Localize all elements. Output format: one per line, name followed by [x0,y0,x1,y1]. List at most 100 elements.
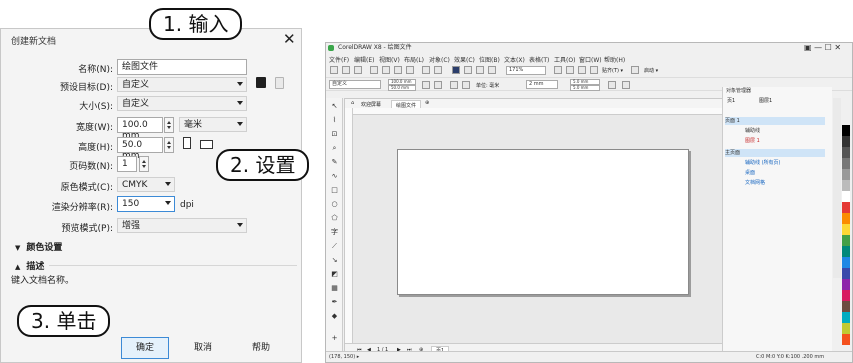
window-controls[interactable]: ▣ — ☐ ✕ [804,43,841,52]
guidelines-icon[interactable] [590,66,598,74]
connector-tool-icon[interactable]: ↘ [330,256,339,264]
color-swatch[interactable] [842,312,850,323]
add-frame-icon[interactable] [622,81,630,89]
transparency-icon[interactable]: ▦ [330,284,339,292]
tree-row-grid[interactable]: 文档网格 [745,179,765,187]
menu-item[interactable]: 文本(X) [504,55,525,64]
preview-select[interactable]: 增强 [117,218,247,233]
close-icon[interactable]: ✕ [283,30,296,48]
width-stepper[interactable] [164,117,174,133]
color-swatch[interactable] [842,334,850,345]
page-height-input[interactable]: 50.0 mm [388,85,416,91]
color-swatch[interactable] [842,169,850,180]
menu-item[interactable]: 文件(F) [329,55,349,64]
color-swatch[interactable] [842,213,850,224]
print-icon[interactable] [370,66,378,74]
menu-item[interactable]: 工具(O) [554,55,575,64]
ok-button[interactable]: 确定 [121,337,169,359]
save-preset-icon[interactable] [256,77,266,88]
tree-row-guides[interactable]: 辅助线 [745,127,760,135]
zoom-select[interactable]: 171% [506,66,546,75]
delete-preset-icon[interactable] [275,77,284,89]
all-pages-icon[interactable] [450,81,458,89]
menu-item[interactable]: 布局(L) [404,55,424,64]
color-swatch[interactable] [842,290,850,301]
new-icon[interactable] [330,66,338,74]
pages-stepper[interactable] [139,156,149,172]
nudge-input[interactable]: 2 mm [526,80,558,89]
unit-select[interactable]: 毫米 [179,117,247,132]
color-swatch[interactable] [842,224,850,235]
artistic-media-icon[interactable]: ∿ [330,172,339,180]
portrait-icon[interactable] [183,137,191,149]
text-tool-icon[interactable]: 字 [330,228,339,236]
rectangle-tool-icon[interactable]: □ [330,186,339,194]
color-swatch[interactable] [842,136,850,147]
copy-icon[interactable] [394,66,402,74]
current-page-icon[interactable] [462,81,470,89]
menu-item[interactable]: 编辑(E) [354,55,374,64]
cancel-button[interactable]: 取消 [179,337,227,359]
color-swatch[interactable] [842,202,850,213]
vertical-ruler[interactable] [345,108,353,343]
color-swatch[interactable] [842,279,850,290]
search-content-icon[interactable] [452,66,460,74]
color-swatch[interactable] [842,147,850,158]
help-button[interactable]: 帮助 [237,337,285,359]
pages-input[interactable]: 1 [117,156,137,172]
name-input[interactable]: 绘图文件 [117,59,247,75]
menu-item[interactable]: 帮助(H) [604,55,625,64]
color-swatch[interactable] [842,125,850,136]
menu-item[interactable]: 位图(B) [479,55,500,64]
drawing-page[interactable] [397,149,689,295]
page-preset-select[interactable]: 自定义 [329,80,381,89]
tree-row-page1[interactable]: 页面 1 [725,117,825,125]
tree-row-master[interactable]: 主页面 [725,149,825,157]
size-select[interactable]: 自定义 [117,96,247,111]
color-swatch[interactable] [842,268,850,279]
horizontal-ruler[interactable] [353,108,731,115]
freehand-tool-icon[interactable]: ✎ [330,158,339,166]
shape-tool-icon[interactable]: ⌇ [330,116,339,124]
home-icon[interactable]: ⌂ [351,100,354,106]
docker-side-tabs[interactable] [833,98,841,278]
tab-welcome[interactable]: 欢迎屏幕 [361,101,381,108]
menu-item[interactable]: 视图(V) [379,55,400,64]
redo-icon[interactable] [434,66,442,74]
description-section[interactable]: ▲ 描述 [15,259,44,272]
import-icon[interactable] [464,66,472,74]
launch-menu[interactable]: 启动 ▾ [644,67,658,74]
tree-row-master-guides[interactable]: 辅助线 (所有页) [745,159,781,167]
parallel-dimension-icon[interactable]: ⟋ [330,242,339,250]
undo-icon[interactable] [422,66,430,74]
menu-item[interactable]: 窗口(W) [579,55,602,64]
cut-icon[interactable] [382,66,390,74]
width-input[interactable]: 100.0 mm [117,117,163,141]
drop-shadow-icon[interactable]: ◩ [330,270,339,278]
units-select[interactable]: 单位: 毫米 [476,82,499,89]
height-input[interactable]: 50.0 mm [117,137,163,161]
grid-icon[interactable] [578,66,586,74]
height-stepper[interactable] [164,137,174,153]
export-icon[interactable] [476,66,484,74]
color-swatch[interactable] [842,301,850,312]
new-tab-icon[interactable]: ⊕ [425,100,429,106]
full-screen-icon[interactable] [554,66,562,74]
menu-item[interactable]: 效果(C) [454,55,475,64]
eyedropper-icon[interactable]: ✒ [330,298,339,306]
paste-icon[interactable] [406,66,414,74]
portrait-icon[interactable] [422,81,430,89]
add-tool-icon[interactable]: + [330,334,339,342]
page-icon[interactable] [608,81,616,89]
rulers-icon[interactable] [566,66,574,74]
color-swatch[interactable] [842,246,850,257]
color-swatch[interactable] [842,235,850,246]
ellipse-tool-icon[interactable]: ○ [330,200,339,208]
color-swatch[interactable] [842,180,850,191]
landscape-icon[interactable] [434,81,442,89]
pick-tool-icon[interactable]: ↖ [330,102,339,110]
resolution-input[interactable]: 150 [117,196,175,212]
color-swatch[interactable] [842,323,850,334]
color-swatch[interactable] [842,191,850,202]
fill-tool-icon[interactable]: ◆ [330,312,339,320]
